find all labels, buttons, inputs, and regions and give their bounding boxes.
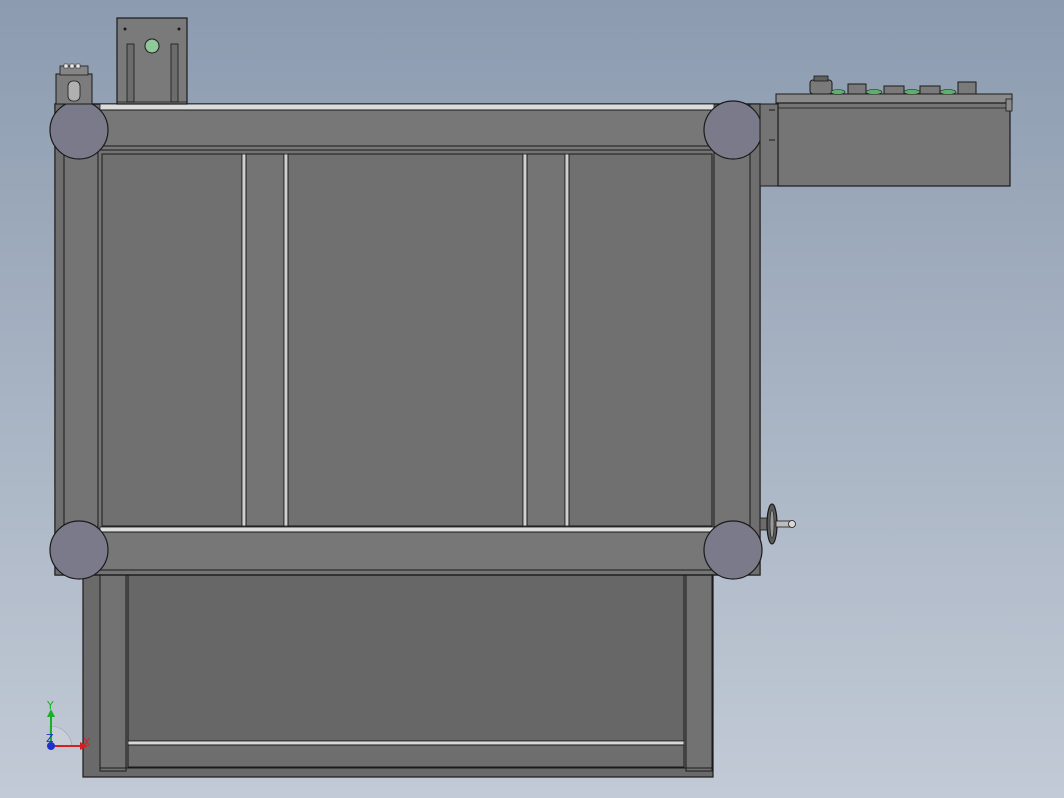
lower-cabinet bbox=[82, 569, 714, 778]
control-buttons bbox=[809, 75, 977, 95]
sensor-block bbox=[55, 63, 93, 105]
caster-top-left bbox=[49, 100, 109, 160]
inner-panels bbox=[101, 153, 713, 527]
axis-z-label: Z bbox=[46, 732, 54, 745]
motor-bracket bbox=[116, 17, 188, 105]
machine-drawing: X Y Z bbox=[46, 17, 1013, 778]
caster-top-right bbox=[703, 100, 763, 160]
handwheel bbox=[759, 503, 796, 545]
control-box bbox=[759, 75, 1013, 187]
axis-y-label: Y bbox=[46, 699, 54, 712]
axis-x-label: X bbox=[83, 736, 91, 749]
cad-viewport[interactable]: X Y Z bbox=[0, 0, 1064, 798]
caster-bottom-right bbox=[703, 520, 763, 580]
caster-bottom-left bbox=[49, 520, 109, 580]
